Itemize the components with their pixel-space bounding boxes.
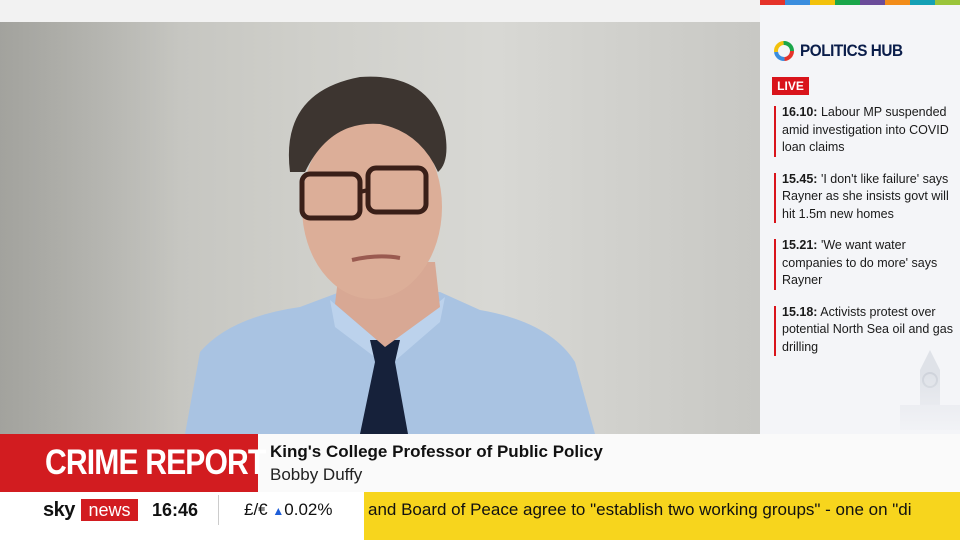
presenter-figure [185,76,595,434]
up-arrow-icon: ▲ [272,504,285,518]
color-segment [860,0,885,5]
market-value: 0.02% [284,500,333,519]
presenter-video [0,22,760,434]
politics-hub-logo-icon [774,41,794,61]
politics-hub-panel: POLITICS HUB LIVE 16.10: Labour MP suspe… [760,0,960,434]
lower-third-headline: King's College Professor of Public Polic… [270,442,603,461]
color-segment [910,0,935,5]
feed-item[interactable]: 15.21: 'We want water companies to do mo… [774,237,954,290]
category-banner: CRIME REPORT [0,434,266,492]
ticker-scroll-band: and Board of Peace agree to "establish t… [364,492,960,540]
color-segment [785,0,810,5]
feed-item-marker [774,239,776,290]
ticker-divider [218,495,219,525]
news-logo: news [81,499,138,521]
feed-item[interactable]: 15.45: 'I don't like failure' says Rayne… [774,171,954,223]
sky-logo: sky [43,499,75,521]
category-label: CRIME REPORT [45,443,266,482]
color-segment [760,0,785,5]
color-segment [810,0,835,5]
sidebar-fade [760,374,960,434]
color-segment [835,0,860,5]
ticker-scroll-text: and Board of Peace agree to "establish t… [368,500,912,519]
lower-third-name: Bobby Duffy [270,465,363,484]
live-badge: LIVE [772,77,809,95]
feed-item-time: 16.10: [782,105,818,119]
feed-item-time: 15.45: [782,171,818,186]
feed-item-time: 15.21: [782,238,818,252]
feed-item-marker [774,305,776,356]
politics-hub-title: POLITICS HUB [800,41,903,60]
market-label: £/€ [244,500,268,519]
feed-item-marker [774,106,776,157]
politics-hub-color-bar [760,0,960,5]
lower-third: CRIME REPORT King's College Professor of… [0,434,960,492]
color-segment [935,0,960,5]
feed-item-time: 15.18: [782,304,818,319]
top-strip [0,0,760,22]
color-segment [885,0,910,5]
feed-item[interactable]: 16.10: Labour MP suspended amid investig… [774,104,954,157]
ticker-clock: 16:46 [152,500,199,520]
feed-item-marker [774,172,776,223]
market-indicator: £/€ ▲0.02% [244,500,332,520]
